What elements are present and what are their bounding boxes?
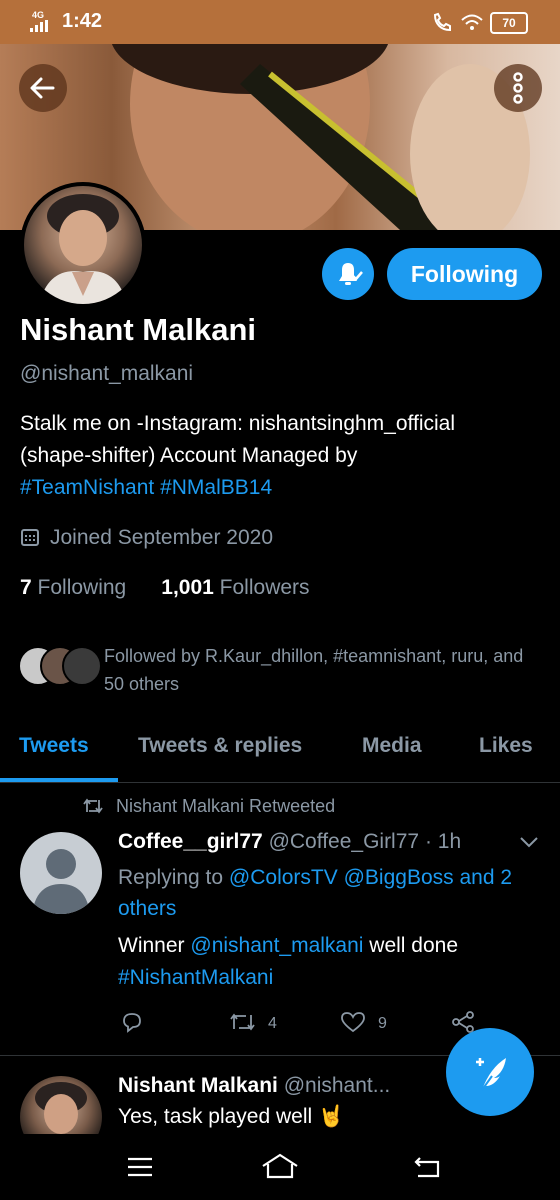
calendar-icon	[21, 529, 39, 546]
tweet-author-name[interactable]: Nishant Malkani	[118, 1074, 278, 1097]
mention-link[interactable]: @ColorsTV	[229, 866, 338, 889]
bell-check-icon	[339, 263, 363, 285]
more-vertical-icon	[513, 72, 523, 104]
following-link[interactable]: 7 Following	[20, 576, 126, 599]
retweet-count: 4	[268, 1015, 277, 1032]
default-avatar-icon	[32, 849, 90, 914]
chevron-down-icon[interactable]	[518, 834, 540, 850]
followers-count: 1,001	[161, 576, 214, 599]
retweet-label: Nishant Malkani Retweeted	[116, 796, 336, 816]
tweet-author-handle[interactable]: @nishant...	[284, 1074, 391, 1097]
system-nav-bar	[0, 1134, 560, 1200]
tweet-avatar[interactable]	[20, 832, 102, 914]
following-count: 7	[20, 576, 32, 599]
call-icon	[433, 12, 451, 32]
profile-avatar[interactable]	[20, 182, 146, 308]
avatar-image	[39, 194, 127, 304]
retweet-context: Nishant Malkani Retweeted	[82, 796, 335, 817]
replying-to: Replying to @ColorsTV @BiggBoss and 2 ot…	[118, 862, 538, 924]
active-tab-indicator	[0, 778, 118, 782]
hashtag-link[interactable]: #NishantMalkani	[118, 966, 273, 989]
profile-handle: @nishant_malkani	[20, 362, 194, 385]
more-options-button[interactable]	[494, 64, 542, 112]
bio-line-1: Stalk me on -Instagram: nishantsinghm_of…	[20, 412, 455, 435]
profile-bio: Stalk me on -Instagram: nishantsinghm_of…	[20, 408, 545, 504]
tab-tweets[interactable]: Tweets	[19, 734, 89, 758]
network-type: 4G	[32, 10, 45, 20]
like-button[interactable]: 9	[340, 1010, 387, 1039]
bio-line-2: (shape-shifter) Account Managed by	[20, 444, 358, 467]
tab-media[interactable]: Media	[362, 734, 422, 758]
display-name: Nishant Malkani	[20, 312, 256, 347]
back-arrow-icon	[30, 77, 55, 99]
retweet-icon	[230, 1013, 255, 1031]
hashtag-link[interactable]: #TeamNishant	[20, 476, 154, 499]
tweet-author-name[interactable]: Coffee__girl77	[118, 830, 263, 853]
retweet-button[interactable]: 4	[228, 1010, 277, 1039]
compose-feather-icon	[476, 1058, 506, 1091]
notifications-bell-button[interactable]	[322, 248, 374, 300]
following-label: Following	[37, 576, 127, 599]
followed-by-text[interactable]: Followed by R.Kaur_dhillon, #teamnishant…	[104, 642, 534, 698]
status-bar: 4G 1:42 70	[0, 0, 560, 44]
back-nav-icon[interactable]	[412, 1154, 442, 1180]
home-icon[interactable]	[260, 1152, 300, 1180]
tweet-author-handle[interactable]: @Coffee_Girl77	[269, 830, 420, 853]
tab-tweets-and-replies[interactable]: Tweets & replies	[138, 734, 302, 758]
mention-link[interactable]: @nishant_malkani	[190, 934, 363, 957]
wifi-icon	[461, 14, 483, 30]
tweet-text: Winner @nishant_malkani well done #Nisha…	[118, 930, 538, 994]
clock: 1:42	[62, 10, 103, 32]
joined-label: Joined September 2020	[50, 526, 273, 549]
retweet-icon	[83, 798, 103, 814]
tweet-header: Nishant Malkani @nishant...	[118, 1074, 390, 1098]
battery-icon: 70	[490, 12, 528, 34]
reply-button[interactable]	[120, 1010, 144, 1039]
tweet-header: Coffee__girl77 @Coffee_Girl77 · 1h	[118, 830, 461, 854]
menu-icon[interactable]	[126, 1156, 154, 1178]
followers-label: Followers	[219, 576, 310, 599]
avatar	[62, 646, 102, 686]
tweet-text-suffix: well done	[369, 934, 459, 957]
tweet-text: Yes, task played well 🤘	[118, 1105, 345, 1128]
signal-icon	[30, 20, 48, 32]
like-count: 9	[378, 1015, 387, 1032]
replying-to-prefix: Replying to	[118, 866, 224, 889]
reply-icon	[123, 1013, 141, 1033]
tweet-separator: ·	[424, 830, 432, 853]
heart-icon	[341, 1012, 365, 1033]
compose-tweet-button[interactable]	[446, 1028, 534, 1116]
tweet-time: 1h	[437, 830, 462, 853]
tab-likes[interactable]: Likes	[479, 734, 533, 758]
profile-tabs: Tweets Tweets & replies Media Likes	[0, 720, 560, 783]
followers-link[interactable]: 1,001 Followers	[161, 576, 309, 599]
following-button[interactable]: Following	[387, 248, 542, 300]
hashtag-link[interactable]: #NMalBB14	[160, 476, 272, 499]
back-button[interactable]	[19, 64, 67, 112]
follow-stats: 7 Following 1,001 Followers	[20, 576, 310, 600]
joined-date: Joined September 2020	[20, 526, 273, 550]
mention-link[interactable]: @BiggBoss	[344, 866, 454, 889]
tweet-text-prefix: Winner	[118, 934, 185, 957]
followed-by-avatars[interactable]	[18, 646, 102, 686]
